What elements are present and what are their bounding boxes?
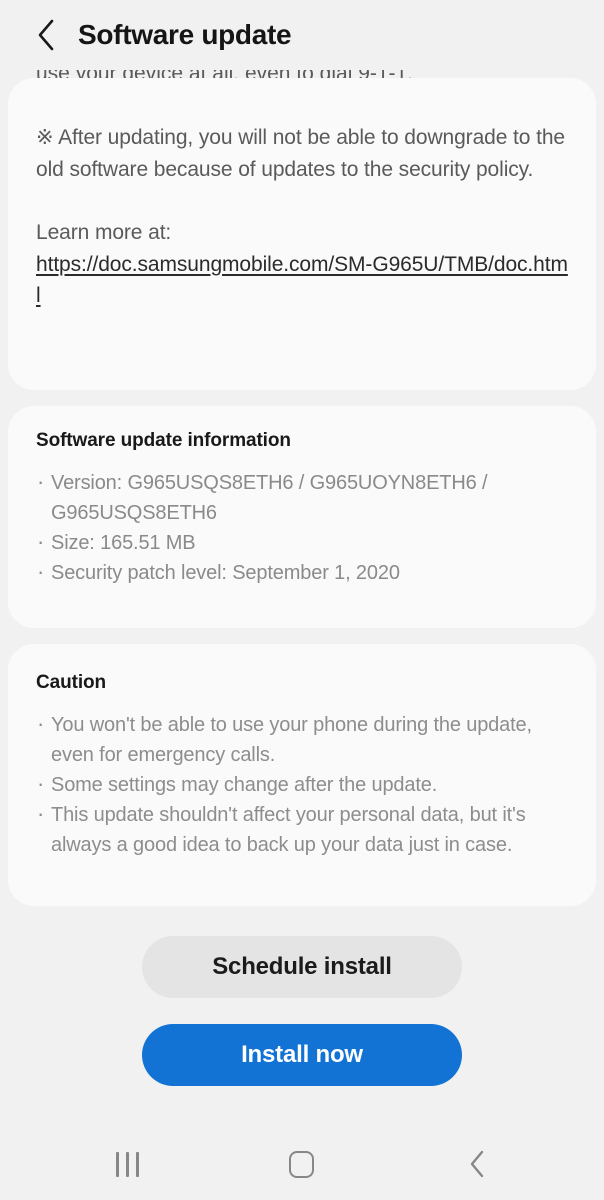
recents-button[interactable]: [95, 1136, 159, 1192]
notice-paragraph: ※ After updating, you will not be able t…: [36, 126, 565, 181]
caution-card-title: Caution: [36, 672, 107, 693]
list-item: Some settings may change after the updat…: [36, 769, 568, 800]
schedule-install-button[interactable]: Schedule install: [142, 936, 462, 998]
learn-more-label: Learn more at:: [36, 221, 172, 244]
info-list: Version: G965USQS8ETH6 / G965UOYN8ETH6 /…: [36, 467, 568, 588]
back-icon: [467, 1149, 487, 1179]
info-card-title: Software update information: [36, 430, 291, 451]
list-item: You won't be able to use your phone duri…: [36, 709, 568, 770]
software-update-screen: Software update use your device at all, …: [0, 0, 604, 1200]
documentation-link[interactable]: https://doc.samsungmobile.com/SM-G965U/T…: [36, 253, 568, 308]
list-item: Version: G965USQS8ETH6 / G965UOYN8ETH6 /…: [36, 467, 568, 528]
home-button[interactable]: [270, 1136, 334, 1192]
action-buttons: Schedule install Install now: [0, 936, 604, 1086]
chevron-left-icon: [35, 18, 57, 52]
page-title: Software update: [78, 19, 292, 50]
list-item: This update shouldn't affect your person…: [36, 799, 568, 860]
nav-back-button[interactable]: [445, 1136, 509, 1192]
scroll-content[interactable]: use your device at all, even to dial 9-1…: [0, 70, 604, 1128]
system-navigation-bar: [0, 1128, 604, 1200]
install-now-button[interactable]: Install now: [142, 1024, 462, 1086]
list-item: Security patch level: September 1, 2020: [36, 557, 568, 588]
back-button[interactable]: [24, 13, 68, 57]
caution-card: Caution You won't be able to use your ph…: [8, 644, 596, 906]
list-item: Size: 165.51 MB: [36, 527, 568, 558]
learn-more-block: Learn more at: https://doc.samsungmobile…: [36, 185, 568, 312]
caution-list: You won't be able to use your phone duri…: [36, 709, 568, 860]
notice-card: ※ After updating, you will not be able t…: [8, 78, 596, 390]
software-update-information-card: Software update information Version: G96…: [8, 406, 596, 628]
app-bar: Software update: [0, 0, 604, 70]
recents-icon: [115, 1151, 139, 1177]
home-icon: [289, 1150, 315, 1178]
